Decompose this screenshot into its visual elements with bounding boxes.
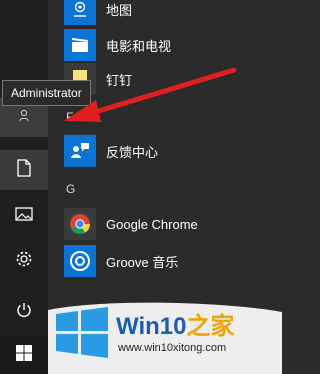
app-label: 反馈中心 [106, 144, 159, 160]
windows-logo-icon [56, 307, 108, 358]
power-button[interactable] [0, 292, 48, 332]
app-item-groove-music[interactable]: Groove 音乐 [64, 244, 178, 278]
watermark-url: www.win10xitong.com [118, 342, 227, 354]
app-label: 地图 [106, 2, 133, 18]
movies-tv-icon [64, 29, 96, 61]
app-label: 钉钉 [106, 72, 133, 88]
app-list: 地图 电影和电视 钉钉 F 反馈中心 G Google Chrome Groov… [48, 0, 282, 336]
start-button[interactable] [0, 336, 48, 374]
watermark-brand-suffix: 之家 [186, 313, 235, 340]
gear-icon [15, 250, 33, 273]
feedback-hub-icon [64, 135, 96, 167]
app-item-movies-tv[interactable]: 电影和电视 [64, 28, 171, 62]
document-icon [17, 158, 31, 182]
windows-start-icon [15, 344, 33, 367]
watermark-brand: Win10之家 [116, 306, 234, 341]
power-icon [15, 301, 33, 324]
app-label: Groove 音乐 [106, 254, 179, 270]
section-letter-f[interactable]: F [66, 110, 73, 124]
groove-music-icon [64, 245, 96, 277]
user-tooltip: Administrator [2, 80, 91, 106]
site-watermark: Win10之家 www.win10xitong.com [48, 298, 282, 374]
app-item-maps[interactable]: 地图 [64, 0, 132, 26]
documents-button[interactable] [0, 150, 48, 190]
start-menu-rail [0, 0, 48, 374]
watermark-brand-prefix: Win10 [116, 313, 187, 340]
settings-button[interactable] [0, 241, 48, 281]
section-letter-g[interactable]: G [66, 182, 75, 196]
maps-icon [64, 0, 96, 25]
app-item-google-chrome[interactable]: Google Chrome [64, 207, 198, 241]
app-item-feedback-hub[interactable]: 反馈中心 [64, 134, 158, 168]
app-label: Google Chrome [106, 216, 198, 232]
user-icon [17, 108, 31, 127]
pictures-button[interactable] [0, 196, 48, 236]
chrome-icon [64, 208, 96, 240]
pictures-icon [15, 206, 33, 226]
app-label: 电影和电视 [106, 38, 172, 54]
